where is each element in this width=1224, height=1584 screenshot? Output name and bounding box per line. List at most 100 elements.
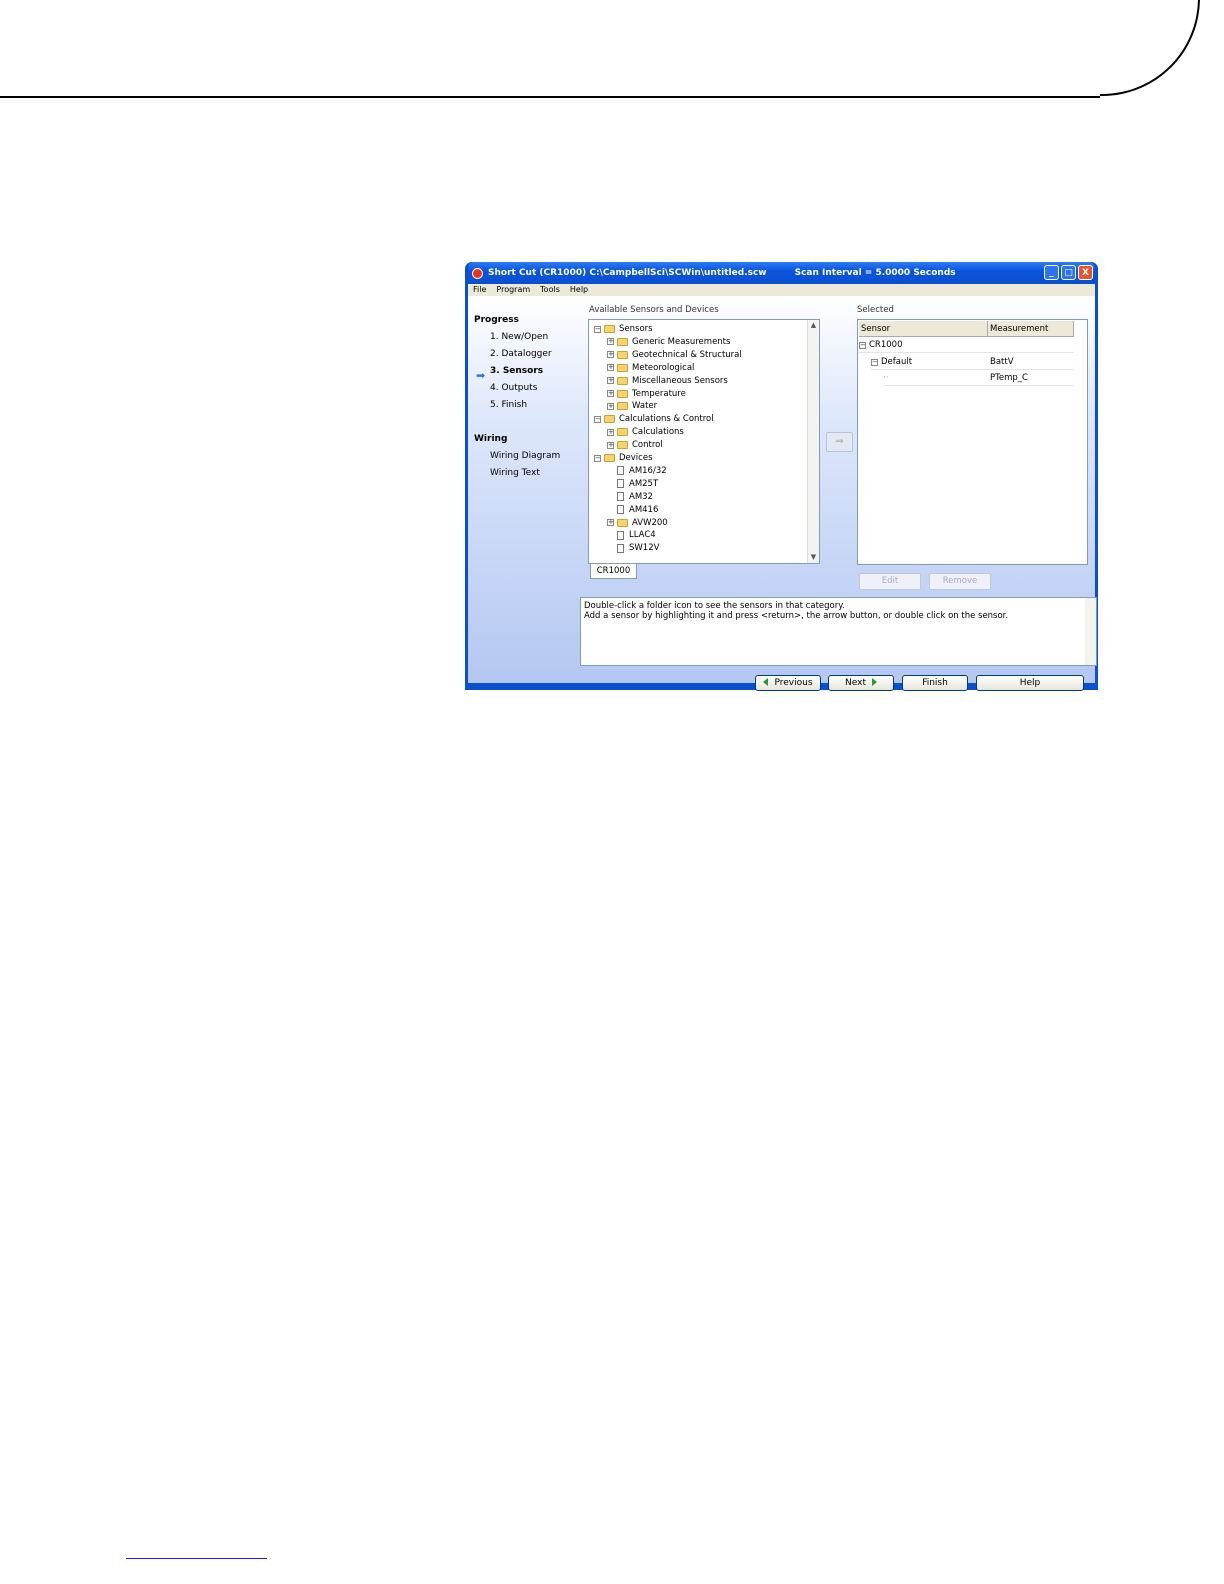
menu-bar: File Program Tools Help [468, 284, 1095, 296]
next-label: Next [845, 678, 866, 688]
expand-icon[interactable]: + [607, 428, 614, 436]
tree-item[interactable]: AM416 [607, 504, 658, 516]
document-icon [617, 530, 624, 540]
edit-button[interactable]: Edit [859, 573, 921, 590]
tree-item[interactable]: − Calculations & Control [594, 413, 714, 425]
window-title: Short Cut (CR1000) C:\CampbellSci\SCWin\… [488, 268, 767, 278]
menu-help[interactable]: Help [570, 284, 588, 296]
tree-item[interactable]: + Control [607, 439, 663, 451]
tree-item-label: Calculations [632, 427, 684, 438]
collapse-icon[interactable]: − [871, 358, 878, 366]
selected-measurement-cell[interactable]: BattV [988, 354, 1074, 370]
tree-item[interactable]: + Geotechnical & Structural [607, 349, 742, 361]
close-button[interactable]: X [1078, 265, 1093, 280]
previous-arrow-icon [763, 678, 769, 686]
current-step-arrow-icon: ➡ [476, 369, 486, 382]
selected-measurement-cell[interactable] [988, 337, 1074, 353]
tree-item[interactable]: + AVW200 [607, 517, 668, 529]
step-datalogger[interactable]: 2. Datalogger [490, 349, 552, 359]
folder-icon [604, 454, 615, 462]
tree-item[interactable]: AM16/32 [607, 465, 667, 477]
expand-icon[interactable]: + [607, 390, 614, 397]
selected-sensor-cell[interactable]: ·· [883, 370, 988, 386]
tree-scrollbar[interactable]: ▲ ▼ [807, 320, 819, 563]
step-sensors[interactable]: 3. Sensors [490, 366, 543, 376]
tree-item[interactable]: AM25T [607, 478, 658, 490]
scroll-up-icon[interactable]: ▲ [808, 320, 819, 331]
folder-icon [604, 415, 615, 424]
help-scrollbar[interactable] [1085, 598, 1096, 665]
maximize-button[interactable]: □ [1061, 265, 1076, 280]
finish-button[interactable]: Finish [902, 675, 968, 691]
wizard-body: Progress 1. New/Open 2. Datalogger ➡ 3. … [468, 296, 1097, 691]
expand-icon[interactable]: + [607, 402, 614, 410]
selected-measurement-cell[interactable]: PTemp_C [988, 370, 1074, 386]
step-outputs[interactable]: 4. Outputs [490, 383, 537, 393]
tree-item[interactable]: + Meteorological [607, 362, 694, 374]
selected-table[interactable]: Sensor Measurement − CR1000− Default BattV ·… [857, 319, 1088, 565]
available-label: Available Sensors and Devices [589, 305, 719, 315]
expand-icon[interactable]: + [607, 377, 614, 385]
tree-item[interactable]: + Water [607, 400, 657, 412]
add-sensor-arrow-button[interactable]: ⇒ [826, 432, 853, 452]
next-button[interactable]: Next [828, 675, 894, 691]
menu-tools[interactable]: Tools [540, 284, 560, 296]
selected-sensor-cell[interactable]: − Default [871, 354, 988, 370]
tree-item[interactable]: SW12V [607, 542, 659, 554]
title-bar[interactable]: Short Cut (CR1000) C:\CampbellSci\SCWin\… [468, 262, 1095, 284]
minimize-button[interactable]: _ [1044, 265, 1059, 280]
shortcut-window: Short Cut (CR1000) C:\CampbellSci\SCWin\… [465, 262, 1098, 691]
menu-program[interactable]: Program [496, 284, 530, 296]
menu-file[interactable]: File [473, 284, 486, 296]
tree-connector: ·· [883, 373, 889, 383]
wiring-heading: Wiring [474, 434, 508, 444]
wiring-text-link[interactable]: Wiring Text [490, 468, 540, 478]
selected-sensor-cell[interactable]: − CR1000 [859, 337, 988, 353]
collapse-icon[interactable]: − [594, 325, 601, 333]
selected-label: Selected [857, 305, 894, 315]
collapse-icon[interactable]: − [594, 415, 601, 423]
tree-item-label: SW12V [629, 543, 660, 554]
column-measurement[interactable]: Measurement [988, 321, 1074, 337]
collapse-icon[interactable]: − [594, 454, 601, 462]
folder-icon [617, 441, 628, 450]
tab-cr1000[interactable]: CR1000 [590, 564, 637, 579]
available-tree[interactable]: − Sensors + Generic Measurements + Geotechnic… [588, 319, 820, 564]
tree-item[interactable]: AM32 [607, 491, 653, 503]
document-icon [617, 479, 624, 489]
app-icon [472, 267, 483, 279]
scroll-down-icon[interactable]: ▼ [808, 552, 819, 563]
tree-item-label: Generic Measurements [632, 336, 731, 347]
folder-icon [617, 376, 628, 385]
next-arrow-icon [871, 678, 877, 686]
expand-icon[interactable]: + [607, 441, 614, 449]
column-sensor[interactable]: Sensor [859, 321, 988, 337]
help-button[interactable]: Help [976, 675, 1084, 691]
folder-icon [617, 518, 628, 527]
tree-item[interactable]: − Sensors [594, 323, 653, 335]
expand-icon[interactable]: + [607, 519, 614, 526]
expand-icon[interactable]: + [607, 351, 614, 359]
tree-item-label: AM416 [629, 504, 659, 515]
tree-item-label: Water [632, 401, 658, 412]
expand-icon[interactable]: + [607, 364, 614, 372]
tree-item[interactable]: + Temperature [607, 388, 686, 400]
remove-button[interactable]: Remove [929, 573, 991, 590]
tree-item[interactable]: LLAC4 [607, 529, 656, 541]
step-new-open[interactable]: 1. New/Open [490, 332, 548, 342]
step-finish[interactable]: 5. Finish [490, 400, 527, 410]
page-corner-curve [1100, 0, 1200, 96]
wiring-diagram-link[interactable]: Wiring Diagram [490, 451, 560, 461]
tree-item[interactable]: − Devices [594, 452, 653, 464]
tree-item-label: Miscellaneous Sensors [632, 375, 728, 386]
previous-button[interactable]: Previous [755, 675, 821, 691]
tree-item[interactable]: + Miscellaneous Sensors [607, 375, 728, 387]
tree-item[interactable]: + Generic Measurements [607, 336, 730, 348]
expand-icon[interactable]: + [607, 338, 614, 346]
folder-icon [617, 350, 628, 359]
tree-item[interactable]: + Calculations [607, 426, 684, 438]
collapse-icon[interactable]: − [859, 342, 866, 349]
sidebar: Progress 1. New/Open 2. Datalogger ➡ 3. … [468, 296, 580, 683]
footer-link-underline[interactable] [126, 1558, 267, 1559]
tree-item-label: Sensors [619, 324, 653, 334]
